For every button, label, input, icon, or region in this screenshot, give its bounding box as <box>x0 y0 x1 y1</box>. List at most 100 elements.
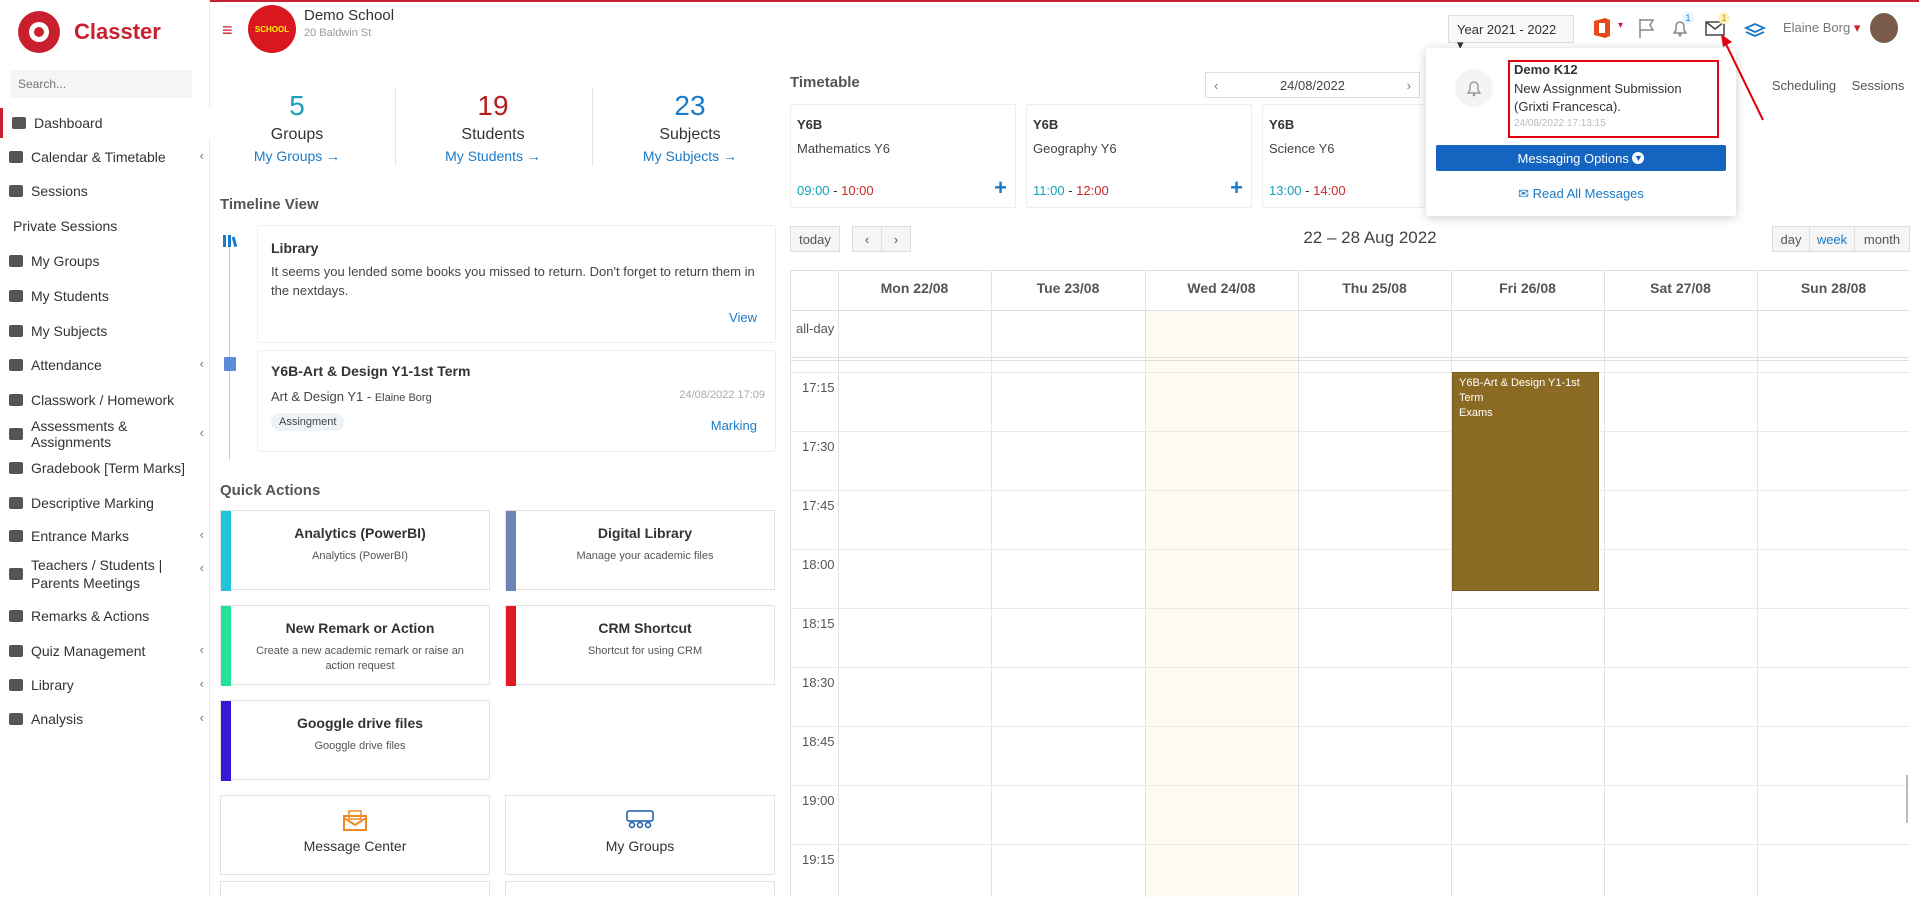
quick-action-title: New Remark or Action <box>285 620 435 636</box>
all-day-label: all-day <box>796 321 835 336</box>
office-icon[interactable] <box>1590 16 1614 40</box>
allday-divider <box>790 357 1909 358</box>
week-calendar <box>790 270 1909 897</box>
quick-action-desc: Googgle drive files <box>314 740 406 752</box>
quick-tile-partial <box>505 881 775 897</box>
sidebar-item-my-subjects[interactable]: My Subjects <box>0 316 210 346</box>
time-row-line <box>790 667 1909 668</box>
calendar-event[interactable]: Y6B-Art & Design Y1-1st Term Exams <box>1452 372 1599 591</box>
assignment-tag: Assingment <box>271 413 345 431</box>
user-menu[interactable]: Elaine Borg ▾ <box>1783 20 1860 36</box>
chevron-down-icon: ▼ <box>1632 152 1645 164</box>
my-groups-tile[interactable]: My Groups <box>505 795 775 875</box>
sidebar-item-descriptive-marking[interactable]: Descriptive Marking <box>0 488 210 518</box>
edit-icon <box>9 428 23 440</box>
timetable-class: Y6B <box>1033 117 1059 132</box>
time-row-line <box>790 785 1909 786</box>
message-center-tile[interactable]: Message Center <box>220 795 490 875</box>
timetable-date-picker[interactable]: ‹ 24/08/2022 › <box>1205 72 1420 98</box>
view-week-button[interactable]: week <box>1809 226 1855 252</box>
sidebar-item-gradebook-term-marks[interactable]: Gradebook [Term Marks] <box>0 453 210 483</box>
sidebar-item-label: My Subjects <box>31 323 108 339</box>
brand-logo[interactable]: Classter <box>18 10 188 54</box>
next-date-icon[interactable]: › <box>1407 78 1411 93</box>
add-icon[interactable]: + <box>994 175 1007 201</box>
timetable-card[interactable]: Y6B Mathematics Y6 09:00 - 10:00 + <box>790 104 1016 208</box>
document-icon <box>224 357 236 371</box>
timeline-item-title: Library <box>271 240 319 256</box>
day-column-line <box>991 270 992 897</box>
sidebar-item-quiz-management[interactable]: Quiz Management ‹ <box>0 636 210 666</box>
bell-icon <box>1455 69 1493 107</box>
time-label: 19:00 <box>802 793 835 808</box>
quick-action-crm-shortcut[interactable]: CRM Shortcut Shortcut for using CRM <box>505 605 775 686</box>
messaging-options-button[interactable]: Messaging Options ▼ <box>1436 145 1726 171</box>
sidebar-item-remarks-actions[interactable]: Remarks & Actions <box>0 601 210 631</box>
quick-action-analytics-powerbi[interactable]: Analytics (PowerBI) Analytics (PowerBI) <box>220 510 490 591</box>
prev-date-icon[interactable]: ‹ <box>1214 78 1218 93</box>
time-row-line <box>790 844 1909 845</box>
envelope-icon: ✉ <box>1518 186 1529 201</box>
sidebar-item-analysis[interactable]: Analysis ‹ <box>0 704 210 734</box>
view-month-button[interactable]: month <box>1854 226 1910 252</box>
hamburger-menu-icon[interactable]: ≡ <box>222 20 233 41</box>
time-row-line <box>790 431 1909 432</box>
view-day-button[interactable]: day <box>1772 226 1810 252</box>
sidebar-item-sessions[interactable]: Sessions <box>0 176 210 206</box>
stat-link[interactable]: My Groups → <box>202 148 392 164</box>
marking-link[interactable]: Marking <box>711 418 757 433</box>
sidebar-item-label: My Students <box>31 288 109 304</box>
add-icon[interactable]: + <box>1230 175 1243 201</box>
quick-action-new-remark-or-action[interactable]: New Remark or Action Create a new academi… <box>220 605 490 686</box>
time-row-line <box>790 608 1909 609</box>
calendar-next-button[interactable]: › <box>881 226 911 252</box>
search-input[interactable] <box>10 70 192 98</box>
timetable-subject: Mathematics Y6 <box>797 141 890 156</box>
analysis-icon <box>9 713 23 725</box>
quick-action-digital-library[interactable]: Digital Library Manage your academic file… <box>505 510 775 591</box>
quick-action-desc: Manage your academic files <box>576 550 714 562</box>
sidebar-item-label: Attendance <box>31 357 102 373</box>
tab-sessions[interactable]: Sessions <box>1846 72 1910 98</box>
day-header: Fri 26/08 <box>1499 280 1556 296</box>
groups-icon <box>9 255 23 267</box>
sidebar-item-dashboard[interactable]: Dashboard <box>0 108 210 138</box>
sidebar-item-attendance[interactable]: Attendance ‹ <box>0 350 210 380</box>
sidebar-item-label: Library <box>31 677 74 693</box>
calendar-range-title: 22 – 28 Aug 2022 <box>1303 228 1437 247</box>
timeline-subject: Art & Design Y1 - Elaine Borg <box>271 389 432 404</box>
sidebar-item-calendar-timetable[interactable]: Calendar & Timetable ‹ <box>0 142 210 172</box>
scrollbar-thumb[interactable] <box>1906 775 1908 823</box>
classter-logo-icon <box>18 11 60 53</box>
today-button[interactable]: today <box>790 226 840 252</box>
office-dropdown-caret[interactable]: ▾ <box>1618 20 1623 31</box>
timetable-card[interactable]: Y6B Geography Y6 11:00 - 12:00 + <box>1026 104 1252 208</box>
year-select[interactable]: Year 2021 - 2022 ▾ <box>1448 15 1574 52</box>
user-avatar[interactable] <box>1870 13 1898 43</box>
stat-link[interactable]: My Students → <box>398 148 588 164</box>
calendar-prev-button[interactable]: ‹ <box>852 226 882 252</box>
quick-action-googgle-drive-files[interactable]: Googgle drive files Googgle drive files <box>220 700 490 781</box>
read-all-messages-link[interactable]: ✉ Read All Messages <box>1436 186 1726 202</box>
quick-action-title: Analytics (PowerBI) <box>294 525 426 541</box>
sidebar-item-assessments-assignments[interactable]: Assessments & Assignments ‹ <box>0 418 210 450</box>
sidebar-item-teachers-students-parents-meetings[interactable]: Teachers / Students | Parents Meetings ‹ <box>0 554 210 594</box>
timeline-date: 24/08/2022 17:09 <box>679 389 765 401</box>
timetable-class: Y6B <box>1269 117 1295 132</box>
allday-divider <box>790 310 1909 311</box>
sidebar-item-private-sessions[interactable]: Private Sessions <box>0 211 210 241</box>
school-name: Demo School <box>304 7 395 24</box>
sidebar-item-my-students[interactable]: My Students <box>0 281 210 311</box>
time-label: 18:15 <box>802 616 835 631</box>
view-link[interactable]: View <box>729 310 757 325</box>
sidebar-item-library[interactable]: Library ‹ <box>0 670 210 700</box>
flag-icon[interactable] <box>1635 16 1659 40</box>
sidebar-item-classwork-homework[interactable]: Classwork / Homework <box>0 385 210 415</box>
timetable-title: Timetable <box>790 74 860 91</box>
message-center-label: Message Center <box>303 838 407 854</box>
stat-link[interactable]: My Subjects → <box>595 148 785 164</box>
sidebar-item-entrance-marks[interactable]: Entrance Marks ‹ <box>0 521 210 551</box>
sidebar-item-my-groups[interactable]: My Groups <box>0 246 210 276</box>
tab-scheduling[interactable]: Scheduling <box>1766 72 1842 98</box>
time-label: 19:15 <box>802 852 835 867</box>
